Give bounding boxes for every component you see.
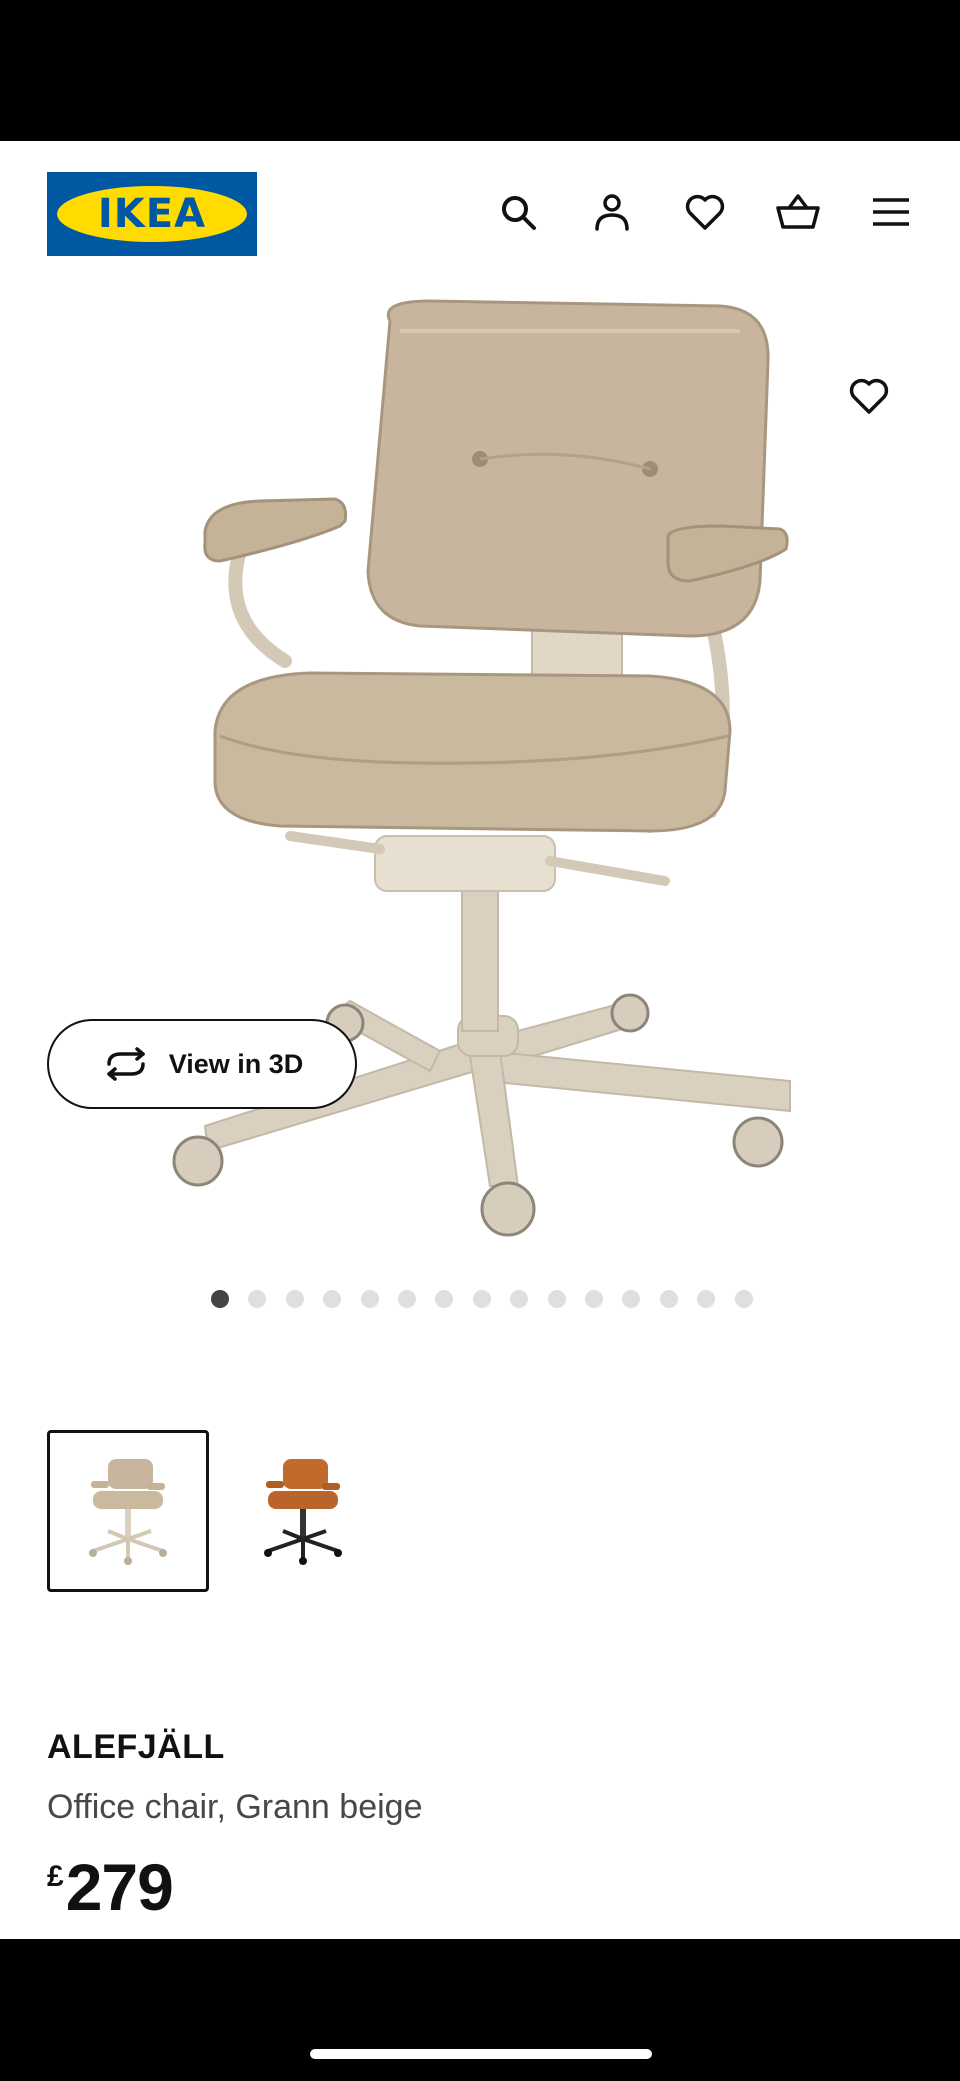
view-in-3d-button[interactable]: View in 3D <box>47 1019 357 1109</box>
pagination-dot-13[interactable] <box>659 1290 678 1308</box>
pagination-dot-5[interactable] <box>360 1290 379 1308</box>
ikea-logo[interactable]: IKEA <box>47 172 257 256</box>
pagination-dot-6[interactable] <box>398 1290 416 1308</box>
heart-icon <box>849 378 889 414</box>
pagination-dot-8[interactable] <box>472 1290 491 1308</box>
thumbnail-beige-variant[interactable] <box>47 1430 209 1592</box>
pagination-dot-12[interactable] <box>622 1290 641 1308</box>
beige-chair-thumbnail <box>89 1459 167 1565</box>
logo-text: IKEA <box>97 191 207 237</box>
pagination-dot-9[interactable] <box>510 1290 529 1308</box>
rotate-3d-icon <box>106 1047 145 1081</box>
account-icon[interactable] <box>589 189 635 235</box>
product-price: £ 279 <box>47 1850 174 1924</box>
status-bar <box>0 0 960 141</box>
pagination-dot-4[interactable] <box>323 1290 342 1308</box>
brown-chair-thumbnail <box>264 1459 342 1565</box>
pagination-dot-15[interactable] <box>734 1290 753 1308</box>
pagination-dot-1[interactable] <box>211 1290 229 1308</box>
pagination-dot-14[interactable] <box>697 1290 716 1308</box>
office-chair-image <box>172 299 791 1237</box>
pagination-dot-7[interactable] <box>435 1290 454 1308</box>
site-header: IKEA <box>0 141 960 281</box>
pagination-dot-11[interactable] <box>585 1290 603 1308</box>
heart-icon[interactable] <box>682 189 728 235</box>
home-indicator[interactable] <box>310 2049 652 2059</box>
price-value: 279 <box>65 1850 174 1924</box>
thumbnail-brown-variant[interactable] <box>222 1430 384 1592</box>
product-description: Office chair, Grann beige <box>47 1788 423 1826</box>
view-in-3d-label: View in 3D <box>168 1048 304 1079</box>
product-name: ALEFJÄLL <box>47 1728 225 1766</box>
add-to-favourites-button[interactable] <box>842 369 896 423</box>
menu-icon[interactable] <box>868 189 914 235</box>
pagination-dot-3[interactable] <box>285 1290 304 1308</box>
pagination-dot-2[interactable] <box>248 1290 267 1308</box>
product-image[interactable]: View in 3D <box>0 281 960 1271</box>
image-pagination-dots[interactable] <box>0 1290 960 1310</box>
price-currency: £ <box>47 1860 64 1893</box>
pagination-dot-10[interactable] <box>547 1290 566 1308</box>
basket-icon[interactable] <box>775 189 821 235</box>
bottom-bar <box>0 1939 960 2081</box>
logo-oval: IKEA <box>57 186 247 242</box>
search-icon[interactable] <box>495 189 541 235</box>
